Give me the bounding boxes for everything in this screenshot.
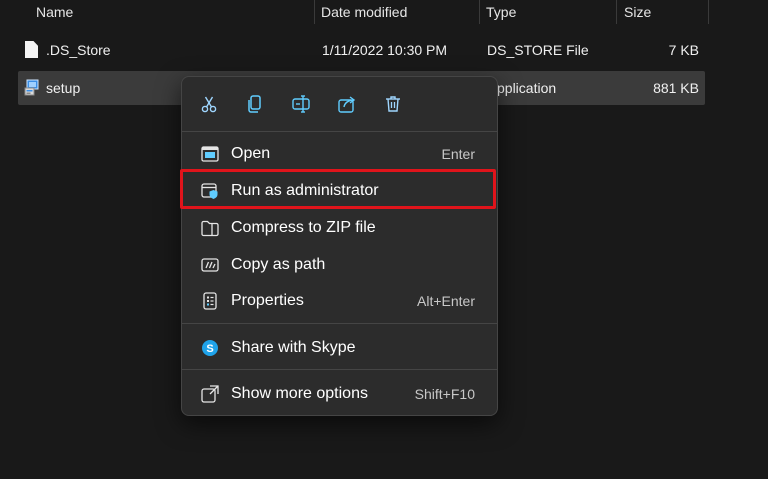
copy-icon <box>248 95 261 113</box>
share-icon <box>338 96 356 113</box>
column-divider[interactable] <box>616 0 617 24</box>
rename-icon <box>292 95 310 113</box>
file-type: DS_STORE File <box>487 42 589 58</box>
column-size[interactable]: Size <box>624 0 651 27</box>
trash-icon <box>386 96 400 112</box>
file-size: 7 KB <box>668 42 699 58</box>
column-header: ⌃ Name Date modified Type Size <box>0 0 768 27</box>
menu-item-compress-to-zip[interactable]: Compress to ZIP file <box>186 211 493 245</box>
open-icon <box>201 146 219 162</box>
menu-item-label: Show more options <box>231 385 368 402</box>
menu-item-label: Share with Skype <box>231 339 356 356</box>
cut-button[interactable] <box>196 91 222 117</box>
skype-icon: S <box>202 340 218 356</box>
file-type: pplication <box>497 80 557 96</box>
menu-item-copy-as-path[interactable]: Copy as path <box>186 248 493 282</box>
file-date: 1/11/2022 10:30 PM <box>322 42 448 58</box>
file-icon <box>25 41 38 58</box>
menu-item-shortcut: Alt+Enter <box>417 293 475 309</box>
column-type[interactable]: Type <box>486 0 516 27</box>
column-date-modified[interactable]: Date modified <box>321 0 407 27</box>
menu-separator <box>182 323 497 324</box>
column-divider[interactable] <box>479 0 480 24</box>
sort-up-icon: ⌃ <box>166 0 174 6</box>
scissors-icon <box>201 96 217 113</box>
menu-item-label: Copy as path <box>231 256 326 273</box>
menu-item-label: Properties <box>231 292 304 309</box>
svg-text:S: S <box>206 343 213 355</box>
menu-separator <box>182 369 497 370</box>
context-menu: Open Enter Run as administrator Compress… <box>181 76 498 416</box>
file-name: .DS_Store <box>46 42 111 58</box>
menu-item-share-with-skype[interactable]: S Share with Skype <box>186 331 493 365</box>
menu-item-shortcut: Enter <box>441 146 475 162</box>
properties-icon <box>203 292 217 310</box>
menu-item-shortcut: Shift+F10 <box>414 386 475 402</box>
path-icon <box>201 258 219 272</box>
menu-item-label: Open <box>231 145 271 162</box>
menu-item-show-more-options[interactable]: Show more options Shift+F10 <box>186 377 493 411</box>
delete-button[interactable] <box>380 91 406 117</box>
zip-folder-icon <box>201 220 219 237</box>
share-button[interactable] <box>334 91 360 117</box>
copy-button[interactable] <box>242 91 268 117</box>
file-row-ds-store[interactable]: .DS_Store 1/11/2022 10:30 PM DS_STORE Fi… <box>18 33 705 67</box>
column-name[interactable]: Name <box>36 0 73 27</box>
column-divider[interactable] <box>314 0 315 24</box>
menu-item-properties[interactable]: Properties Alt+Enter <box>186 284 493 318</box>
menu-item-label: Compress to ZIP file <box>231 219 376 236</box>
annotation-highlight-box <box>180 169 496 209</box>
menu-item-open[interactable]: Open Enter <box>186 137 493 171</box>
file-size: 881 KB <box>653 80 699 96</box>
setup-icon <box>24 79 39 96</box>
show-more-icon <box>201 385 219 403</box>
rename-button[interactable] <box>288 91 314 117</box>
column-divider[interactable] <box>708 0 709 24</box>
file-name: setup <box>46 80 81 96</box>
menu-separator <box>182 131 497 132</box>
